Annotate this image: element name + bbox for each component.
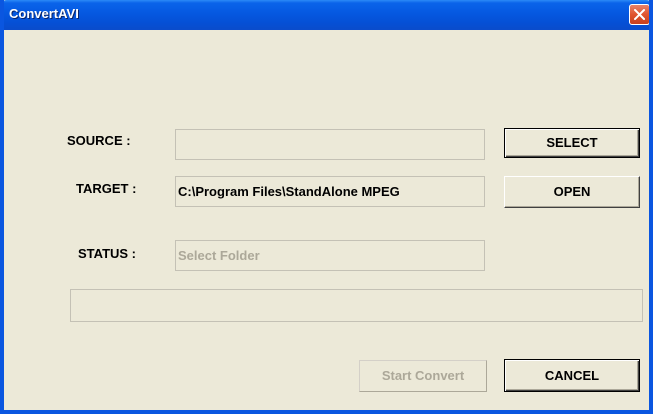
status-field: Select Folder — [175, 240, 485, 271]
status-label: STATUS : — [78, 246, 137, 261]
window-title: ConvertAVI — [9, 6, 79, 21]
select-button[interactable]: SELECT — [504, 128, 640, 158]
target-label: TARGET : — [76, 181, 137, 196]
progress-bar — [70, 289, 643, 322]
cancel-button[interactable]: CANCEL — [504, 359, 640, 392]
open-button[interactable]: OPEN — [504, 176, 640, 208]
source-field[interactable] — [175, 129, 485, 160]
title-bar[interactable]: ConvertAVI — [4, 0, 649, 30]
start-convert-button[interactable]: Start Convert — [359, 360, 487, 392]
close-button[interactable] — [629, 4, 649, 25]
target-field[interactable]: C:\Program Files\StandAlone MPEG — [175, 176, 485, 207]
convertavi-window: ConvertAVI SOURCE : SELECT TARGET : C:\P… — [0, 0, 653, 414]
close-icon — [634, 9, 645, 20]
source-label: SOURCE : — [67, 133, 131, 148]
